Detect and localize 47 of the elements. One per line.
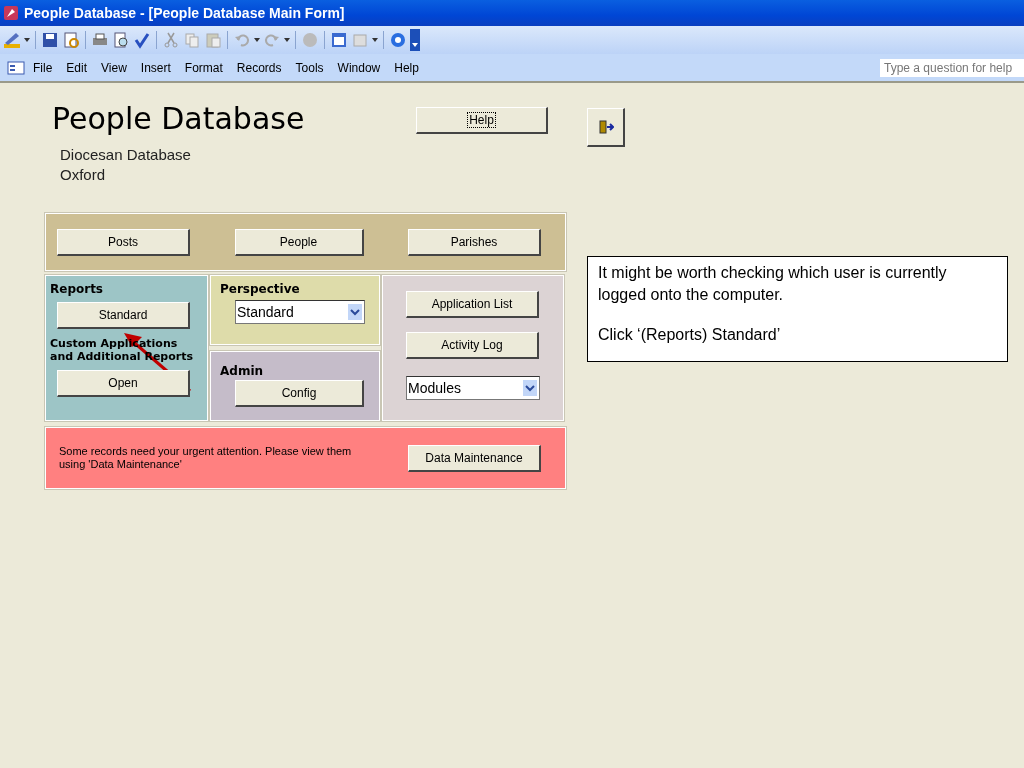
menu-item[interactable]: Window: [330, 60, 388, 75]
menu-item[interactable]: File: [26, 60, 60, 75]
door-exit-icon: [597, 119, 614, 135]
section-heading: Reports: [50, 282, 104, 296]
application-icon: [3, 5, 19, 21]
open-button[interactable]: Open: [57, 370, 190, 397]
modules-dropdown[interactable]: Modules: [406, 376, 540, 400]
window-title: People Database - [People Database Main Form]: [24, 5, 345, 21]
save-icon[interactable]: [41, 31, 59, 49]
caret-icon[interactable]: [24, 38, 30, 42]
callout-text: Click ‘(Reports) Standard’: [598, 325, 782, 345]
form-menu-icon[interactable]: [4, 60, 26, 75]
callout-text: It might be worth checking which user is currently logged onto the computer.: [598, 263, 948, 305]
data-maintenance-button[interactable]: Data Maintenance: [408, 444, 541, 472]
menu-item[interactable]: Tools: [288, 60, 331, 75]
menu-item[interactable]: Edit: [59, 60, 95, 75]
caret-icon[interactable]: [372, 38, 378, 42]
caret-icon[interactable]: [254, 38, 260, 42]
menu-item[interactable]: Help: [387, 60, 426, 75]
section-heading: Perspective: [220, 282, 301, 296]
menu-item[interactable]: View: [94, 60, 134, 75]
pencil-ruler-icon[interactable]: [3, 31, 21, 49]
perspective-dropdown[interactable]: Standard: [235, 300, 365, 324]
spelling-icon[interactable]: [133, 31, 151, 49]
tool-button[interactable]: Application List: [406, 291, 539, 318]
menu-item[interactable]: Format: [177, 60, 230, 75]
subtitle: Diocesan Database: [59, 145, 192, 165]
standard-report-button[interactable]: Standard: [57, 302, 190, 329]
exit-button[interactable]: [587, 108, 625, 147]
window-icon[interactable]: [330, 31, 348, 49]
nav-button[interactable]: People: [234, 228, 364, 256]
toolbar-options-icon[interactable]: [410, 29, 420, 51]
tool-button[interactable]: Activity Log: [406, 332, 539, 359]
caret-icon[interactable]: [284, 38, 290, 42]
help-button[interactable]: Help: [416, 107, 548, 134]
config-button[interactable]: Config: [235, 380, 364, 407]
print-preview-icon[interactable]: [112, 31, 130, 49]
section-heading: Admin: [220, 364, 265, 378]
alert-message: Some records need your urgent attention. Please view them using 'Data Maintenance': [59, 445, 353, 471]
subtitle: Oxford: [59, 165, 106, 185]
nav-button[interactable]: Parishes: [408, 228, 541, 256]
menu-item[interactable]: Insert: [133, 60, 178, 75]
help-search-field[interactable]: Type a question for help: [880, 58, 1024, 77]
help-icon[interactable]: [389, 31, 407, 49]
menu-item[interactable]: Records: [229, 60, 289, 75]
form-title: People Database: [52, 100, 306, 138]
nav-button[interactable]: Posts: [57, 228, 190, 256]
